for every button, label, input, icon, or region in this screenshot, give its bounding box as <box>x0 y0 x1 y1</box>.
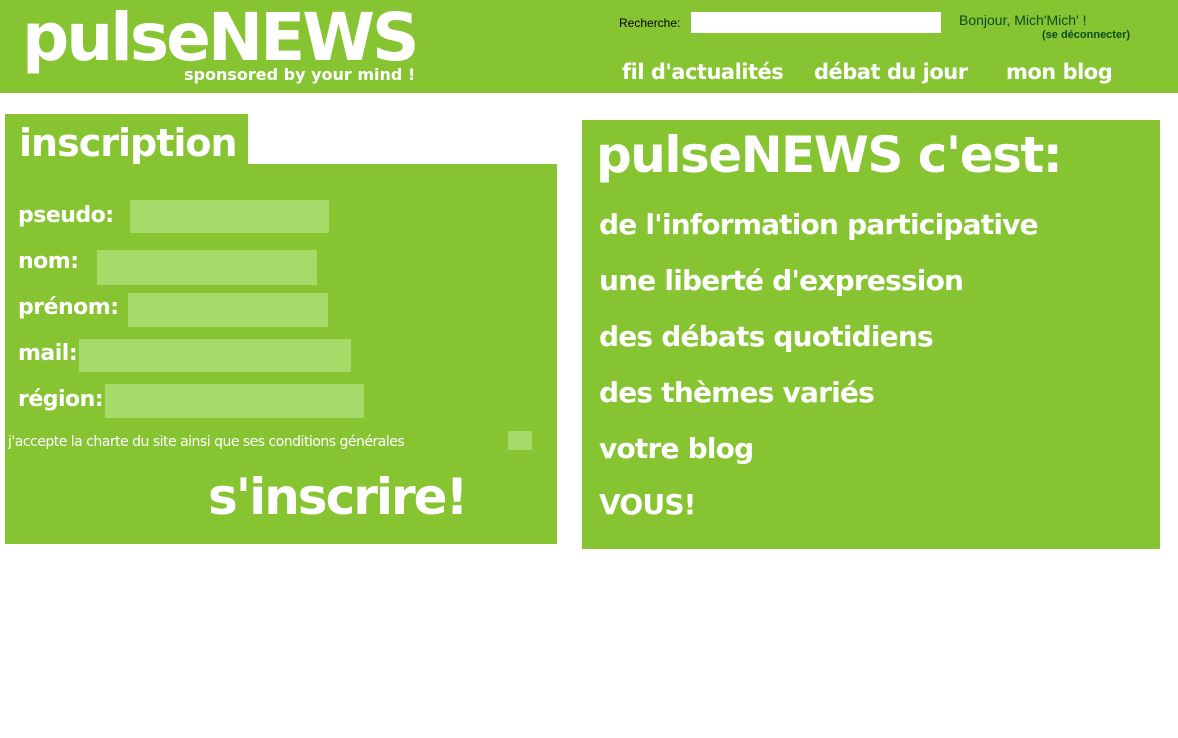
mail-label: mail: <box>18 341 78 366</box>
charter-label: j'accepte la charte du site ainsi que se… <box>8 434 405 450</box>
charter-checkbox[interactable] <box>508 431 532 450</box>
pseudo-field[interactable] <box>130 200 329 233</box>
about-item: VOUS! <box>599 488 696 521</box>
nav-news-feed[interactable]: fil d'actualités <box>622 59 784 85</box>
mail-field[interactable] <box>79 339 351 372</box>
nav-my-blog[interactable]: mon blog <box>1006 59 1113 85</box>
prenom-label: prénom: <box>18 295 119 320</box>
region-label: région: <box>18 387 104 412</box>
about-item: une liberté d'expression <box>599 264 964 297</box>
search-label: Recherche: <box>619 16 681 30</box>
prenom-field[interactable] <box>128 293 328 327</box>
nav-daily-debate[interactable]: débat du jour <box>814 59 968 85</box>
search-input[interactable] <box>691 12 941 33</box>
site-tagline: sponsored by your mind ! <box>184 65 416 84</box>
pseudo-label: pseudo: <box>18 203 114 228</box>
about-title: pulseNEWS c'est: <box>596 126 1063 184</box>
user-greeting: Bonjour, Mich'Mich' ! <box>959 12 1087 28</box>
logout-link[interactable]: (se déconnecter) <box>1042 29 1130 41</box>
nom-label: nom: <box>18 249 79 274</box>
about-item: des débats quotidiens <box>599 320 934 353</box>
signup-button[interactable]: s'inscrire! <box>208 466 468 528</box>
nom-field[interactable] <box>97 250 317 285</box>
region-field[interactable] <box>105 384 364 418</box>
inscription-title: inscription <box>19 121 238 165</box>
about-item: des thèmes variés <box>599 376 875 409</box>
about-item: de l'information participative <box>599 208 1039 241</box>
about-item: votre blog <box>599 432 754 465</box>
